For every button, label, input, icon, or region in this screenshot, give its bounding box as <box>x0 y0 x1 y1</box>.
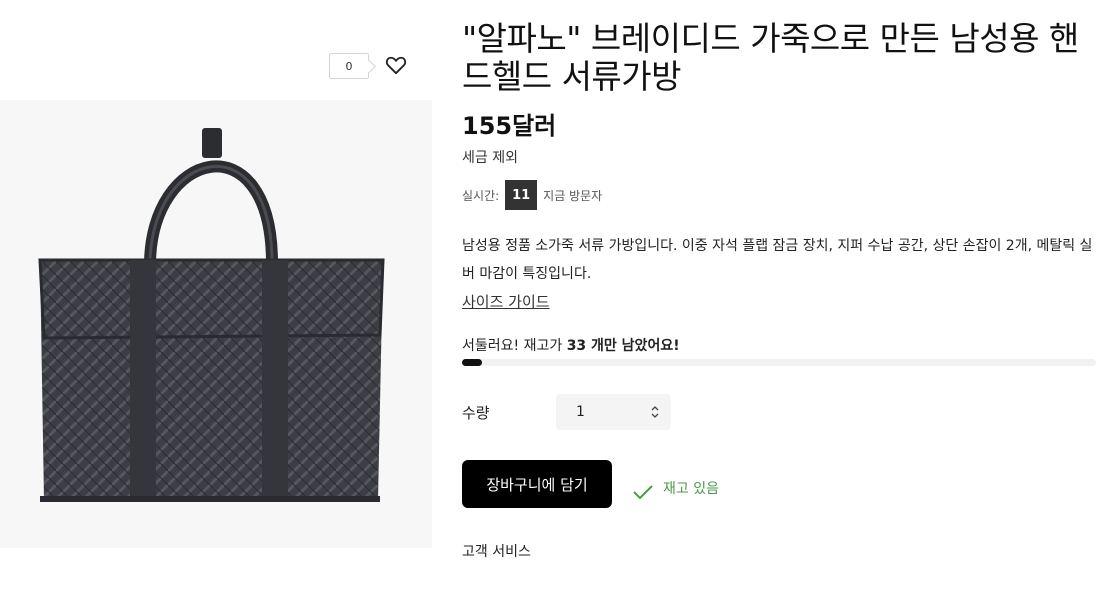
check-icon <box>633 485 653 500</box>
stepper-arrows-icon[interactable] <box>651 405 659 419</box>
live-visitor-count: 11 <box>505 180 538 210</box>
stock-count: 33 개만 남았어요! <box>566 338 680 354</box>
tax-note: 세금 제외 <box>462 150 518 166</box>
live-label: 실시간: <box>462 188 500 203</box>
size-guide-link[interactable]: 사이즈 가이드 <box>462 291 550 312</box>
stock-message: 서둘러요! 재고가 33 개만 남았어요! <box>462 335 680 355</box>
in-stock-label: 재고 있음 <box>663 481 719 497</box>
heart-icon[interactable] <box>385 55 407 75</box>
product-title: "알파노" 브레이디드 가죽으로 만든 남성용 핸드헬드 서류가방 <box>462 19 1079 96</box>
live-suffix: 지금 방문자 <box>543 188 603 203</box>
wishlist-count-badge: 0 <box>329 53 369 79</box>
add-to-cart-button[interactable]: 장바구니에 담기 <box>462 460 612 508</box>
live-visitors: 실시간: 11 지금 방문자 <box>462 180 602 210</box>
product-price: 155달러 <box>462 112 557 140</box>
product-description: 남성용 정품 소가죽 서류 가방입니다. 이중 자석 플랩 잠금 장치, 지퍼 … <box>462 238 1093 282</box>
product-image-area <box>0 100 432 548</box>
customer-service-link[interactable]: 고객 서비스 <box>462 541 531 561</box>
quantity-value: 1 <box>576 404 585 420</box>
stock-prefix: 서둘러요! 재고가 <box>462 338 563 354</box>
quantity-stepper[interactable]: 1 <box>556 394 671 430</box>
stock-progress-fill <box>462 359 482 366</box>
product-image[interactable] <box>0 100 432 548</box>
in-stock-status: 재고 있음 <box>632 476 719 500</box>
stock-progress-bar <box>462 359 1096 366</box>
quantity-label: 수량 <box>462 404 490 422</box>
